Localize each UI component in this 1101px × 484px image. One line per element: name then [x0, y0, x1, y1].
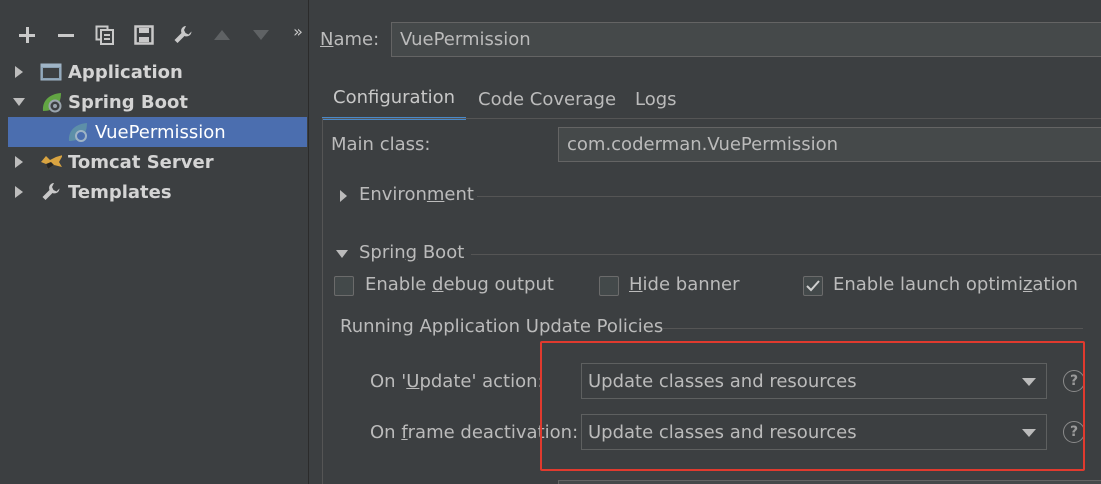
expand-arrow-icon[interactable]	[12, 185, 26, 199]
move-down-icon	[253, 30, 269, 40]
tomcat-icon	[40, 151, 62, 173]
copy-configuration-button[interactable]	[91, 18, 119, 52]
configuration-tab-pane: Main class: com.coderman.VuePermission E…	[322, 118, 1101, 484]
add-configuration-button[interactable]	[13, 18, 41, 52]
spring-boot-section-toggle[interactable]: Spring Boot	[335, 241, 475, 267]
environment-label: Environment	[359, 184, 474, 205]
wrench-icon	[174, 26, 192, 43]
tree-item-tomcat-server[interactable]: Tomcat Server	[0, 147, 309, 177]
add-icon	[19, 27, 35, 43]
divider	[477, 196, 1101, 197]
tab-configuration[interactable]: Configuration	[322, 78, 467, 120]
configurations-toolbar: »	[0, 18, 309, 52]
tree-item-label: Application	[68, 61, 183, 83]
on-update-action-label: On 'Update' action:	[370, 371, 544, 392]
tree-item-label: VuePermission	[95, 121, 226, 143]
remove-icon	[58, 34, 74, 37]
enable-debug-output-label: Enable debug output	[365, 274, 554, 295]
save-icon	[134, 25, 154, 45]
enable-debug-output-checkbox[interactable]	[334, 276, 354, 296]
expand-arrow-icon	[340, 190, 347, 202]
tab-logs[interactable]: Logs	[635, 78, 677, 120]
tab-code-coverage[interactable]: Code Coverage	[478, 78, 616, 120]
spring-boot-section-label: Spring Boot	[359, 242, 465, 263]
expand-arrow-icon[interactable]	[12, 155, 26, 169]
next-field-input[interactable]	[558, 480, 1101, 484]
enable-launch-optimization-label: Enable launch optimization	[833, 274, 1078, 295]
copy-icon	[95, 25, 114, 45]
divider	[471, 254, 1101, 255]
save-configuration-button[interactable]	[130, 18, 158, 52]
tree-item-vuepermission[interactable]: VuePermission	[8, 117, 307, 147]
spring-boot-config-icon	[66, 121, 88, 143]
more-chevron-icon[interactable]: »	[284, 14, 312, 48]
expand-arrow-icon[interactable]	[12, 65, 26, 79]
collapse-arrow-icon[interactable]	[12, 95, 26, 109]
tree-item-templates[interactable]: Templates	[0, 177, 309, 207]
move-up-icon	[214, 30, 230, 40]
tree-item-label: Tomcat Server	[68, 151, 214, 173]
name-label: Name:	[320, 29, 380, 50]
edit-defaults-button[interactable]	[169, 18, 197, 52]
configuration-editor: Name: VuePermission Configuration Code C…	[310, 0, 1101, 484]
spring-boot-icon	[40, 91, 62, 113]
divider	[663, 328, 1083, 329]
hide-banner-label: Hide banner	[629, 274, 740, 295]
run-configurations-panel: » Application Spring Boot VuePermission	[0, 0, 309, 484]
application-window-icon	[40, 61, 62, 83]
name-input[interactable]: VuePermission	[391, 22, 1101, 57]
move-down-button[interactable]	[247, 18, 275, 52]
environment-section-toggle[interactable]: Environment	[339, 183, 479, 209]
update-policies-title: Running Application Update Policies	[340, 316, 664, 337]
wrench-icon	[40, 181, 62, 203]
collapse-arrow-icon	[336, 250, 348, 258]
tree-item-label: Templates	[68, 181, 172, 203]
enable-launch-optimization-checkbox[interactable]	[803, 276, 823, 296]
tree-item-spring-boot[interactable]: Spring Boot	[0, 87, 309, 117]
hide-banner-checkbox[interactable]	[599, 276, 619, 296]
main-class-label: Main class:	[331, 134, 431, 155]
remove-configuration-button[interactable]	[52, 18, 80, 52]
main-class-input[interactable]: com.coderman.VuePermission	[558, 127, 1101, 162]
tree-item-application[interactable]: Application	[0, 57, 309, 87]
highlight-annotation	[540, 341, 1085, 471]
tree-item-label: Spring Boot	[68, 91, 188, 113]
move-up-button[interactable]	[208, 18, 236, 52]
checkmark-icon	[806, 280, 820, 292]
